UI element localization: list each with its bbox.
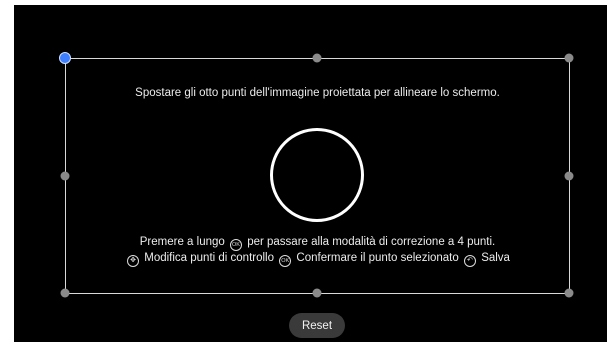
- navigation-pad-icon: ✥: [127, 255, 140, 267]
- control-point-bottom-center[interactable]: [312, 288, 322, 298]
- control-point-top-center[interactable]: [312, 53, 322, 63]
- control-point-middle-right[interactable]: [564, 171, 574, 181]
- nav-hint-label: Modifica punti di controllo: [144, 252, 274, 264]
- ok-button-icon: OK: [230, 239, 242, 251]
- control-point-bottom-right[interactable]: [564, 288, 574, 298]
- reset-button[interactable]: Reset: [289, 313, 345, 338]
- control-point-top-left[interactable]: [59, 52, 71, 64]
- save-hint-label: Salva: [481, 252, 510, 264]
- instruction-line-1-before: Premere a lungo: [139, 236, 225, 248]
- control-point-middle-left[interactable]: [60, 171, 70, 181]
- instruction-line-1-after: per passare alla modalità di correzione …: [247, 236, 496, 248]
- control-point-bottom-left[interactable]: [60, 288, 70, 298]
- center-circle: [270, 128, 364, 222]
- ok-button-icon: OK: [279, 255, 292, 267]
- instruction-top: Spostare gli otto punti dell'immagine pr…: [135, 87, 500, 99]
- instruction-line-1: Premere a lungo OK per passare alla moda…: [65, 236, 570, 251]
- back-button-icon: ↶: [463, 255, 476, 267]
- ok-hint-label: Confermare il punto selezionato: [296, 252, 459, 264]
- instruction-line-2: ✥ Modifica punti di controllo OK Conferm…: [65, 252, 570, 267]
- control-point-top-right[interactable]: [564, 53, 574, 63]
